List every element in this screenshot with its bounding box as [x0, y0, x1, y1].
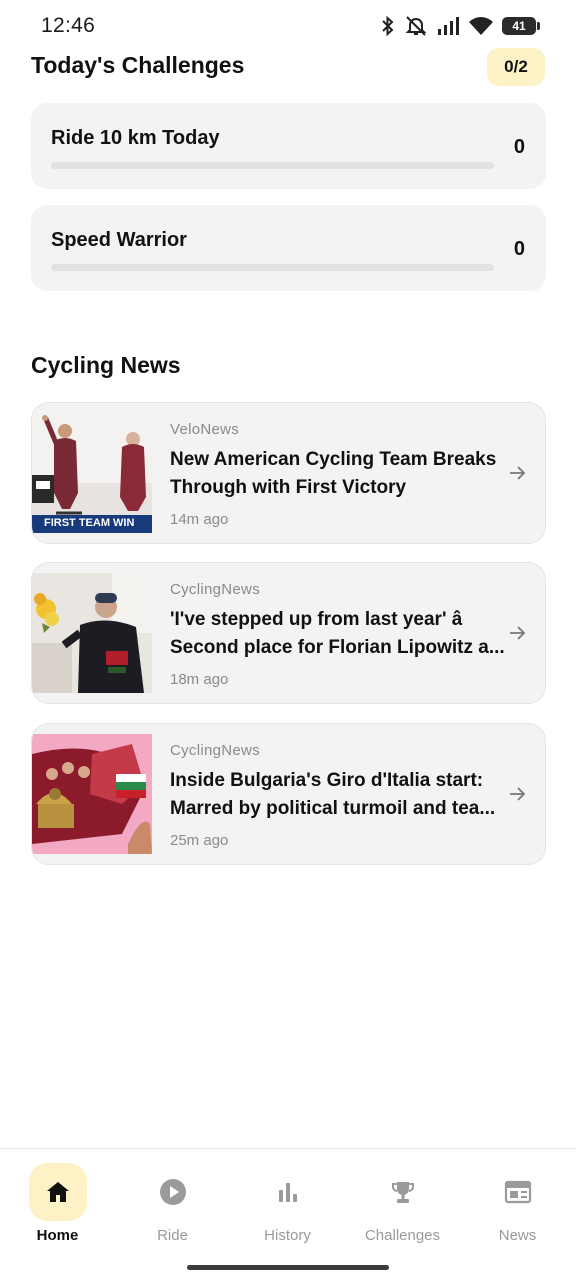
- challenge-progress-bar: [51, 162, 494, 169]
- challenge-card[interactable]: Ride 10 km Today 0: [31, 103, 546, 189]
- nav-icon-container: [28, 1163, 87, 1221]
- bell-muted-icon: [405, 16, 427, 36]
- nav-item-news[interactable]: News: [460, 1163, 575, 1253]
- nav-item-history[interactable]: History: [230, 1163, 345, 1253]
- nav-label: Challenges: [364, 1227, 441, 1244]
- nav-icon-container: [259, 1163, 317, 1221]
- battery-icon: 41: [502, 17, 540, 35]
- battery-level: 41: [512, 19, 526, 33]
- nav-icon-container: [144, 1163, 202, 1221]
- bar-chart-icon: [278, 1183, 297, 1202]
- status-bar: 12:46 41: [0, 0, 576, 52]
- news-headline: 'I've stepped up from last year' â Secon…: [170, 609, 505, 658]
- news-age: 14m ago: [170, 511, 229, 528]
- nav-item-challenges[interactable]: Challenges: [345, 1163, 460, 1253]
- news-thumbnail-caption: FIRST TEAM WIN: [44, 517, 135, 529]
- home-icon: [46, 1182, 69, 1202]
- arrow-right-icon[interactable]: [507, 463, 527, 483]
- challenge-card[interactable]: Speed Warrior 0: [31, 205, 546, 291]
- news-source: CyclingNews: [170, 742, 260, 759]
- play-circle-icon: [159, 1179, 186, 1205]
- arrow-right-icon[interactable]: [507, 784, 527, 804]
- newspaper-icon: [504, 1180, 531, 1204]
- signal-icon: [438, 17, 459, 35]
- nav-label: News: [498, 1227, 537, 1244]
- bluetooth-icon: [382, 15, 394, 37]
- news-card[interactable]: FIRST TEAM WIN VeloNews New American Cyc…: [31, 402, 546, 544]
- nav-label: Home: [36, 1227, 79, 1244]
- home-indicator: [187, 1265, 389, 1270]
- news-source: VeloNews: [170, 421, 240, 438]
- challenge-title: Ride 10 km Today: [51, 127, 220, 149]
- news-headline: New American Cycling Team Breaks Through…: [170, 449, 497, 498]
- news-card[interactable]: CyclingNews Inside Bulgaria's Giro d'Ita…: [31, 723, 546, 865]
- news-thumbnail: [32, 573, 152, 693]
- news-title: Cycling News: [31, 352, 181, 378]
- challenge-value: 0: [513, 136, 525, 158]
- news-card[interactable]: CyclingNews 'I've stepped up from last y…: [31, 562, 546, 704]
- news-age: 18m ago: [170, 671, 229, 688]
- nav-label: History: [264, 1227, 311, 1244]
- wifi-icon: [469, 17, 493, 35]
- news-thumbnail: FIRST TEAM WIN: [32, 413, 152, 533]
- arrow-right-icon[interactable]: [507, 623, 527, 643]
- nav-label: Ride: [157, 1227, 188, 1244]
- nav-icon-container: [374, 1163, 432, 1221]
- news-source: CyclingNews: [170, 581, 260, 598]
- news-headline: Inside Bulgaria's Giro d'Italia start: M…: [170, 770, 496, 819]
- nav-item-ride[interactable]: Ride: [115, 1163, 230, 1253]
- news-thumbnail: [32, 734, 152, 854]
- status-time: 12:46: [41, 14, 96, 37]
- challenge-progress-bar: [51, 264, 494, 271]
- challenges-title: Today's Challenges: [31, 52, 245, 78]
- status-icons: 41: [380, 15, 540, 37]
- challenge-value: 0: [513, 238, 525, 260]
- nav-icon-container: [489, 1163, 547, 1221]
- trophy-icon: [391, 1182, 414, 1203]
- challenge-title: Speed Warrior: [51, 229, 187, 251]
- bottom-nav: Home Ride History Challenges News: [0, 1148, 576, 1280]
- challenges-count-badge: 0/2: [487, 48, 545, 86]
- nav-item-home[interactable]: Home: [0, 1163, 115, 1253]
- news-age: 25m ago: [170, 832, 229, 849]
